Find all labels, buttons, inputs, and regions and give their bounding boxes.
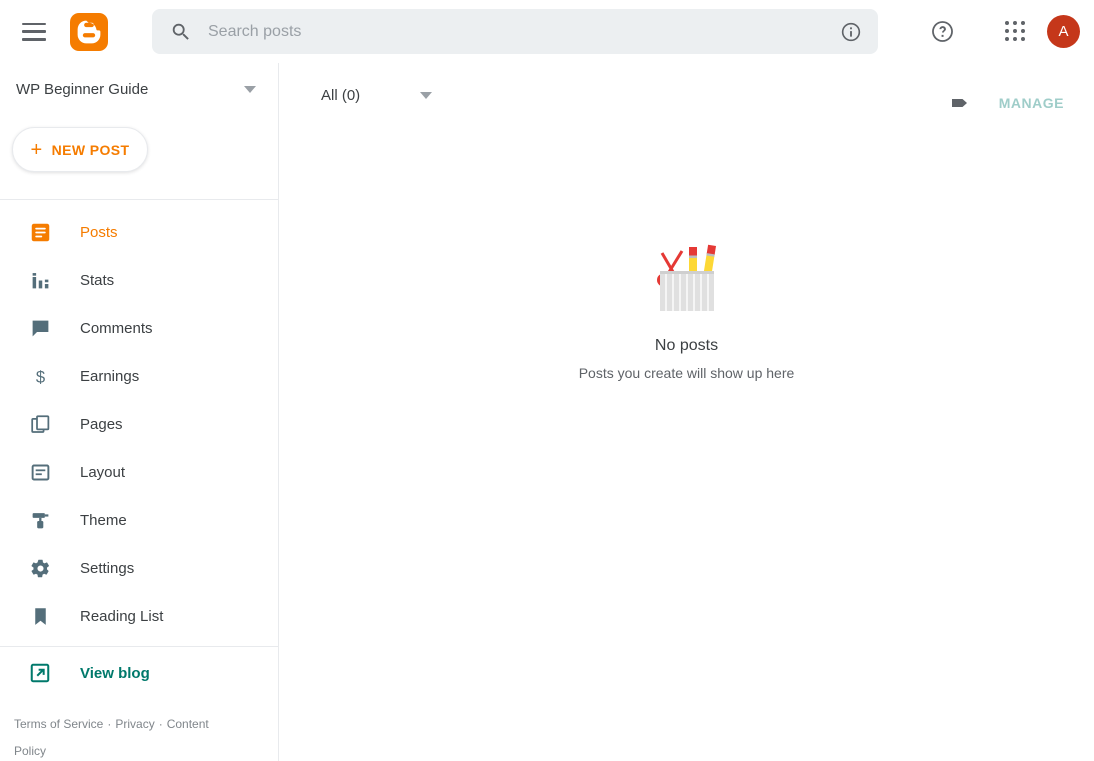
- layout-icon: [28, 460, 52, 484]
- search-bar[interactable]: [152, 9, 878, 54]
- sidebar-divider: [0, 646, 278, 647]
- search-input[interactable]: [208, 22, 840, 41]
- pencil-cup-illustration: [642, 231, 732, 313]
- stats-bar-chart-icon: [28, 268, 52, 292]
- labels-manage-group: MANAGE: [949, 89, 1072, 117]
- main-content: All (0) MANAGE No posts Posts you create…: [279, 63, 1094, 761]
- paint-roller-icon: [28, 508, 52, 532]
- footer-separator: ·: [158, 717, 163, 731]
- chevron-down-icon: [244, 85, 256, 93]
- blog-selector[interactable]: WP Beginner Guide: [0, 63, 278, 115]
- apps-grid-dot: [1021, 37, 1026, 42]
- new-post-button[interactable]: + NEW POST: [12, 127, 148, 172]
- info-circle-icon[interactable]: [840, 21, 862, 43]
- sidebar-item-label: Earnings: [80, 367, 140, 385]
- post-filter-label: All (0): [321, 87, 361, 104]
- sidebar-item-label: Settings: [80, 559, 135, 577]
- gear-icon: [28, 556, 52, 580]
- view-blog-link[interactable]: View blog: [0, 649, 278, 697]
- pages-copy-icon: [28, 412, 52, 436]
- sidebar-item-comments[interactable]: Comments: [0, 304, 278, 352]
- terms-of-service-link[interactable]: Terms of Service: [14, 717, 103, 731]
- label-tag-icon[interactable]: [949, 91, 973, 115]
- apps-grid-dot: [1021, 21, 1026, 25]
- sidebar-nav: Posts Stats Comments $ Earnings Pages La…: [0, 200, 278, 640]
- dollar-sign-icon: $: [28, 364, 52, 388]
- sidebar-item-settings[interactable]: Settings: [0, 544, 278, 592]
- sidebar-item-theme[interactable]: Theme: [0, 496, 278, 544]
- empty-state: No posts Posts you create will show up h…: [279, 231, 1094, 381]
- empty-state-subtitle: Posts you create will show up here: [578, 365, 795, 381]
- sidebar: WP Beginner Guide + NEW POST Posts Stats…: [0, 63, 279, 761]
- new-post-label: NEW POST: [51, 141, 130, 158]
- sidebar-item-posts[interactable]: Posts: [0, 208, 278, 256]
- chevron-down-icon: [420, 92, 433, 99]
- empty-state-title: No posts: [654, 337, 719, 354]
- sidebar-item-reading-list[interactable]: Reading List: [0, 592, 278, 640]
- sidebar-item-label: Reading List: [80, 607, 164, 625]
- sidebar-footer: Terms of Service · Privacy · Content Policy: [0, 711, 230, 761]
- manage-button[interactable]: MANAGE: [991, 89, 1072, 117]
- apps-grid-dot: [1013, 37, 1018, 42]
- apps-grid-dot: [1005, 37, 1009, 42]
- bookmark-icon: [28, 604, 52, 628]
- footer-separator: ·: [107, 717, 112, 731]
- help-circle-icon[interactable]: [925, 14, 959, 48]
- sidebar-item-label: Stats: [80, 271, 115, 289]
- view-blog-label: View blog: [80, 664, 150, 682]
- blogger-logo-icon[interactable]: [70, 12, 108, 51]
- apps-grid-dot: [1005, 21, 1009, 25]
- apps-grid-dot: [1013, 21, 1018, 25]
- posts-icon: [28, 220, 52, 244]
- hamburger-menu-icon[interactable]: [22, 22, 46, 41]
- svg-text:$: $: [35, 367, 44, 386]
- page-title: WP Beginner Guide: [16, 80, 149, 98]
- apps-grid-dot: [1013, 29, 1018, 34]
- sidebar-item-label: Layout: [80, 463, 126, 481]
- apps-grid-icon[interactable]: [1000, 16, 1032, 48]
- posts-toolbar: All (0) MANAGE: [279, 63, 1094, 133]
- sidebar-item-earnings[interactable]: $ Earnings: [0, 352, 278, 400]
- sidebar-item-label: Pages: [80, 415, 123, 433]
- plus-icon: +: [30, 138, 43, 161]
- post-filter-dropdown[interactable]: All (0): [321, 87, 433, 104]
- external-link-icon: [28, 661, 52, 685]
- sidebar-item-label: Comments: [80, 319, 153, 337]
- avatar[interactable]: A: [1047, 15, 1080, 48]
- sidebar-item-label: Theme: [80, 511, 127, 529]
- apps-grid-dot: [1005, 29, 1009, 34]
- apps-grid-dot: [1021, 29, 1026, 34]
- app-header: A: [0, 0, 1094, 63]
- search-icon: [170, 21, 192, 43]
- sidebar-item-label: Posts: [80, 223, 118, 241]
- sidebar-item-pages[interactable]: Pages: [0, 400, 278, 448]
- comment-bubble-icon: [28, 316, 52, 340]
- sidebar-item-layout[interactable]: Layout: [0, 448, 278, 496]
- privacy-link[interactable]: Privacy: [115, 717, 154, 731]
- sidebar-item-stats[interactable]: Stats: [0, 256, 278, 304]
